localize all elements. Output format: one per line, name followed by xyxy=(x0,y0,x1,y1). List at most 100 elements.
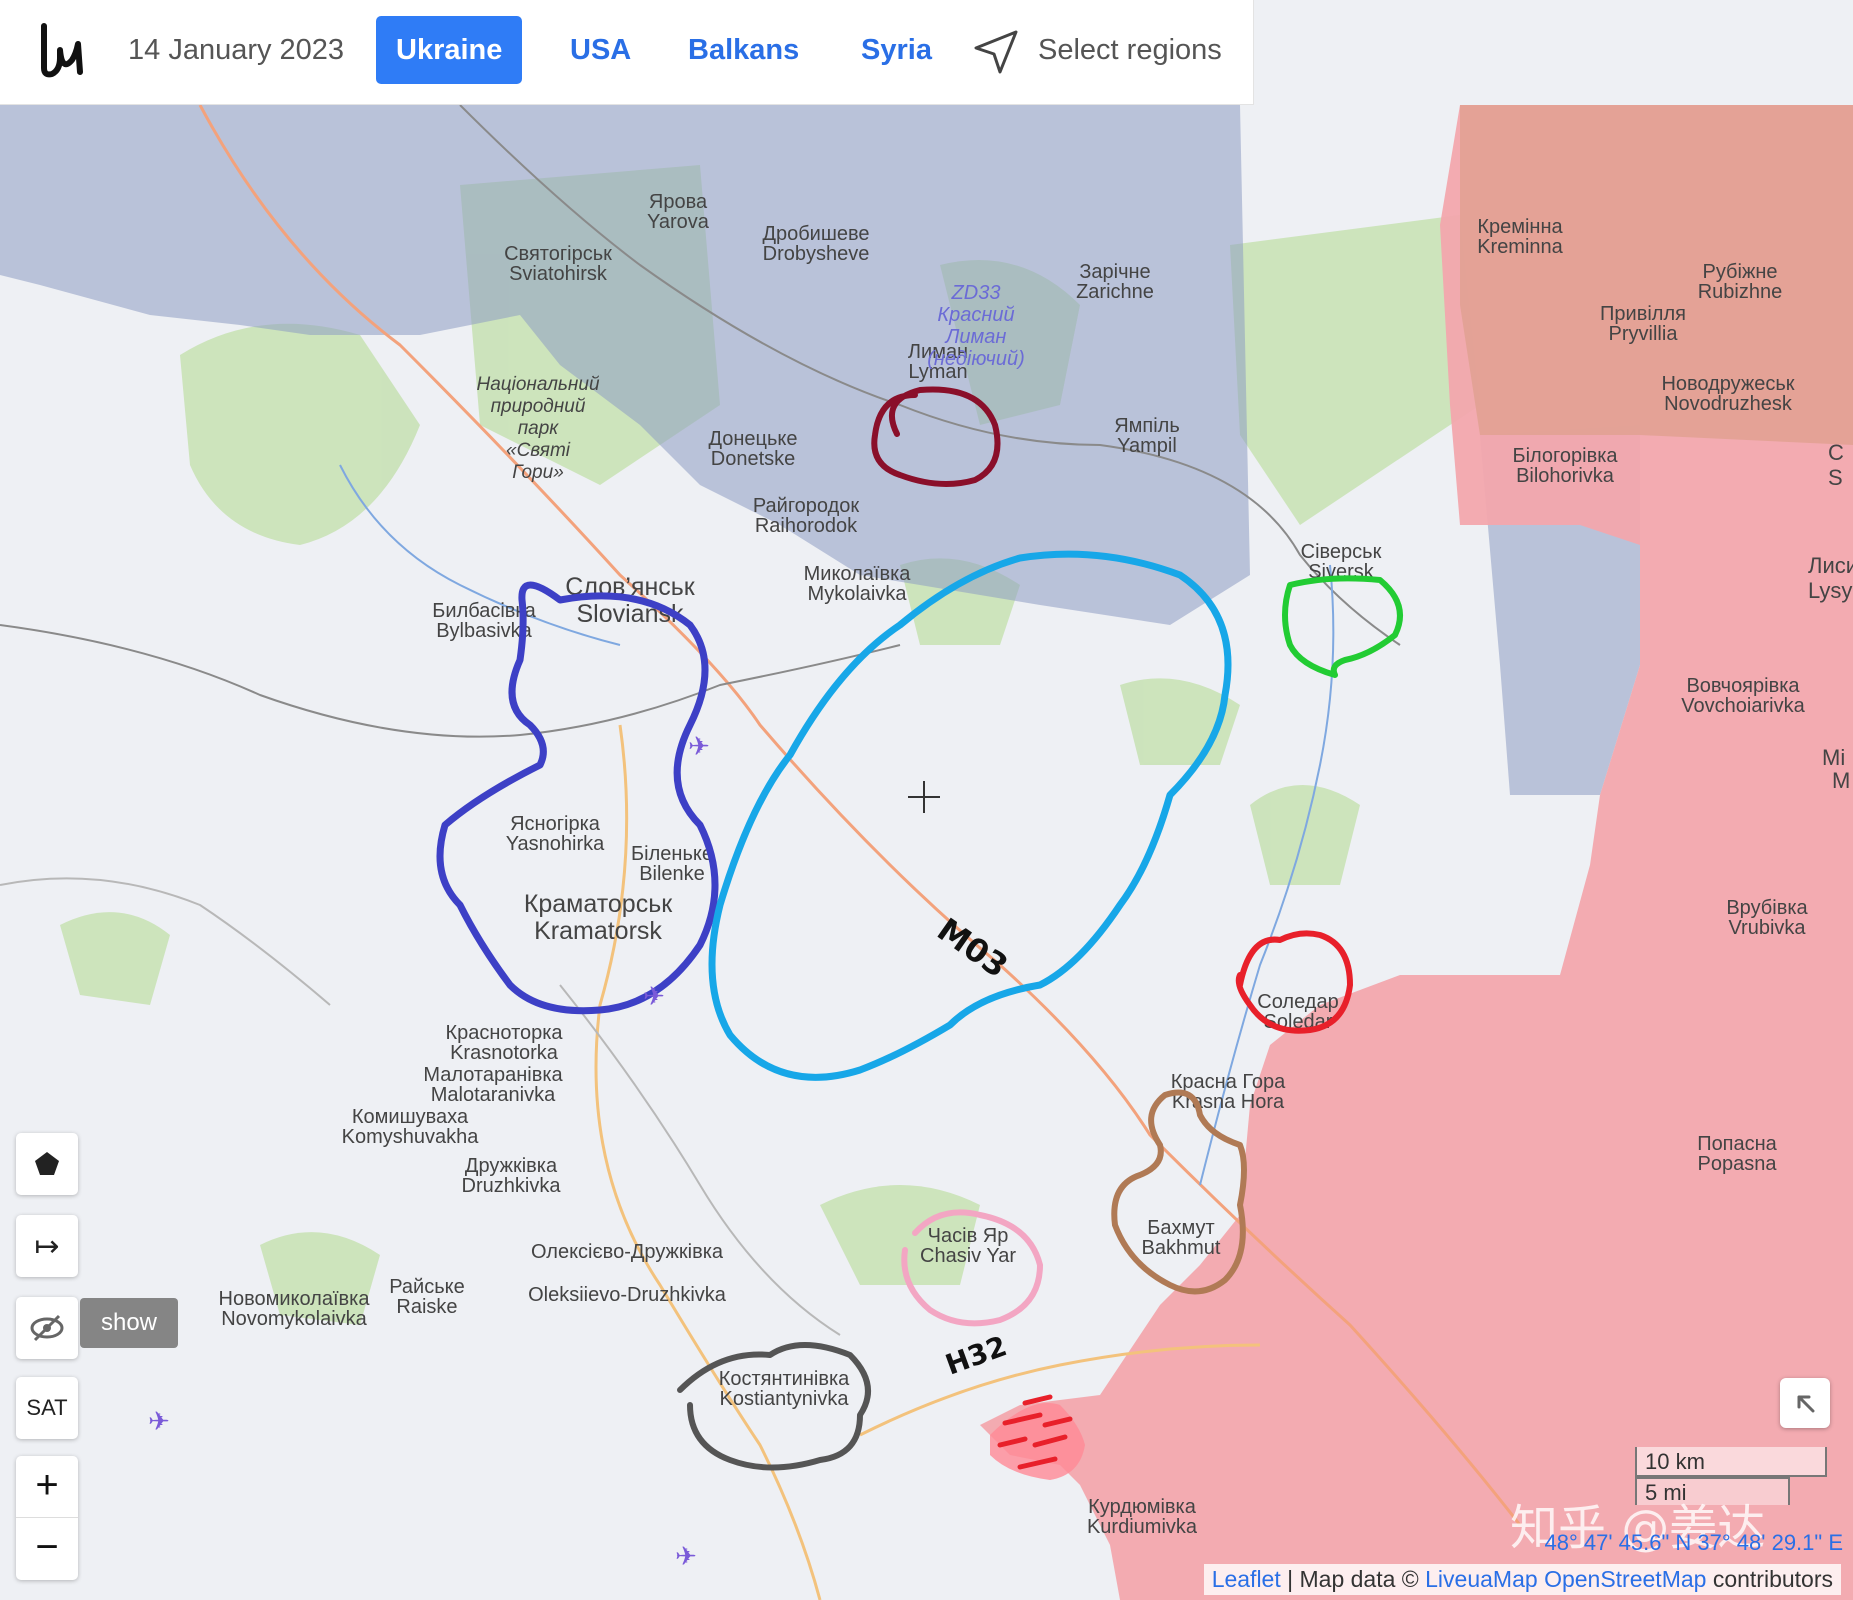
navigation-arrow-icon[interactable] xyxy=(972,28,1020,76)
place-label-uk: Краматорськ xyxy=(524,890,673,918)
scale-km: 10 km xyxy=(1635,1447,1827,1477)
leaflet-link[interactable]: Leaflet xyxy=(1212,1566,1281,1592)
osm-link[interactable]: OpenStreetMap xyxy=(1544,1566,1706,1592)
place-label-uk: Рубіжне xyxy=(1702,261,1777,283)
place-label-en: Bakhmut xyxy=(1142,1237,1221,1259)
top-bar: 14 January 2023 Ukraine USA Balkans Syri… xyxy=(0,0,1254,105)
place-label-en: Chasiv Yar xyxy=(920,1245,1016,1267)
place-label-uk: Дробишеве xyxy=(762,223,869,245)
place-label-en: Yarova xyxy=(647,211,710,233)
place-label-en: Oleksiievo-Druzhkivka xyxy=(528,1284,727,1306)
place-label-uk: Сіверськ xyxy=(1301,541,1382,563)
svg-text:«Святі: «Святі xyxy=(506,440,571,461)
place-label-uk: Ямпіль xyxy=(1114,415,1180,437)
place-label-uk: Костянтинівка xyxy=(719,1368,850,1390)
place-label-uk: Дружківка xyxy=(465,1155,558,1177)
place-label-uk: Кремінна xyxy=(1477,216,1563,238)
svg-text:S: S xyxy=(1828,465,1843,490)
place-label-en: Yasnohirka xyxy=(506,833,605,855)
map-canvas[interactable]: Ярова Yarova Святогірськ Sviatohirsk Дро… xyxy=(0,105,1853,1600)
place-label-en: Kramatorsk xyxy=(534,917,662,945)
svg-text:Lysyc: Lysyc xyxy=(1808,578,1853,603)
place-label-en: Raiske xyxy=(396,1296,457,1318)
place-label-en: Raihorodok xyxy=(755,515,858,537)
place-label-uk: Ярова xyxy=(649,191,708,213)
place-label-en: Druzhkivka xyxy=(462,1175,562,1197)
place-label-en: Krasnotorka xyxy=(450,1042,559,1064)
place-label-uk: Красноторка xyxy=(445,1022,563,1044)
place-label-en: Zarichne xyxy=(1076,281,1154,303)
place-label-uk: Врубівка xyxy=(1726,897,1808,919)
place-label-uk: Бахмут xyxy=(1147,1217,1214,1239)
select-regions-button[interactable]: Select regions xyxy=(1038,34,1222,67)
svg-text:Національний: Національний xyxy=(476,374,599,395)
liveuamap-logo[interactable] xyxy=(38,20,90,80)
place-label-uk: Миколаївка xyxy=(804,563,912,585)
coordinates-readout: 48° 47' 45.6" N 37° 48' 29.1" E xyxy=(1544,1530,1843,1555)
tab-usa[interactable]: USA xyxy=(570,16,631,84)
place-label-en: Vrubivka xyxy=(1728,917,1806,939)
place-label-uk: Комишуваха xyxy=(352,1106,469,1128)
place-label-uk: Райське xyxy=(389,1276,465,1298)
place-label-uk: Святогірськ xyxy=(504,243,612,265)
place-label-uk: Курдюмівка xyxy=(1088,1496,1197,1518)
zoom-in-button[interactable]: + xyxy=(16,1456,78,1518)
polygon-icon xyxy=(35,1152,59,1175)
place-label-en: Yampil xyxy=(1117,435,1177,457)
attribution: Leaflet | Map data © LiveuaMap OpenStree… xyxy=(1203,1564,1841,1595)
place-label-uk: Зарічне xyxy=(1079,261,1150,283)
place-label-uk: Вовчоярівка xyxy=(1686,675,1800,697)
zoom-out-button[interactable]: − xyxy=(16,1518,78,1579)
svg-text:природний: природний xyxy=(491,396,586,417)
place-label-uk: Новодружеськ xyxy=(1661,373,1794,395)
tab-balkans[interactable]: Balkans xyxy=(688,16,799,84)
draw-polygon-button[interactable] xyxy=(16,1133,78,1195)
place-label-uk: Білогорівка xyxy=(1512,445,1618,467)
place-label-uk: Привілля xyxy=(1600,303,1686,325)
expand-button[interactable] xyxy=(1780,1378,1830,1428)
svg-text:Лиман: Лиман xyxy=(944,326,1007,348)
satellite-toggle-button[interactable]: SAT xyxy=(16,1377,78,1439)
place-label-en: Bilenke xyxy=(639,863,705,885)
place-label-en: Rubizhne xyxy=(1698,281,1783,303)
place-label-en: Drobysheve xyxy=(763,243,870,265)
place-label-uk: Попасна xyxy=(1697,1133,1777,1155)
place-label-uk: Соледар xyxy=(1257,991,1338,1013)
place-label-en: Kostiantynivka xyxy=(720,1388,850,1410)
place-label-en: Sviatohirsk xyxy=(509,263,608,285)
place-label-en: Bylbasivka xyxy=(436,620,532,642)
liveuamap-link[interactable]: LiveuaMap xyxy=(1425,1566,1538,1592)
svg-text:ZD33: ZD33 xyxy=(951,282,1001,304)
attribution-contributors: contributors xyxy=(1706,1566,1833,1592)
tab-ukraine[interactable]: Ukraine xyxy=(376,16,523,84)
arrow-up-left-icon xyxy=(1797,1395,1815,1413)
place-label-uk: Донецьке xyxy=(708,428,797,450)
svg-text:✈: ✈ xyxy=(148,1407,170,1437)
svg-text:парк: парк xyxy=(518,418,560,439)
place-label-en: Donetske xyxy=(711,448,796,470)
place-label-uk: Новомиколаївка xyxy=(219,1288,371,1310)
show-button[interactable]: show xyxy=(80,1298,178,1348)
svg-text:(недiючий): (недiючий) xyxy=(927,348,1024,370)
tab-syria[interactable]: Syria xyxy=(861,16,932,84)
svg-text:M: M xyxy=(1832,768,1850,793)
svg-text:Красний: Красний xyxy=(937,304,1014,326)
svg-text:Гори»: Гори» xyxy=(512,462,564,483)
attribution-sep: | Map data © xyxy=(1280,1566,1426,1592)
place-label-uk: Біленьке xyxy=(631,843,713,865)
svg-text:Лисич: Лисич xyxy=(1808,553,1853,578)
place-label-en: Kreminna xyxy=(1477,236,1563,258)
zoom-control: + − xyxy=(16,1456,78,1580)
date-label: 14 January 2023 xyxy=(128,34,345,66)
place-label-uk: Райгородок xyxy=(753,495,860,517)
place-label-en: Komyshuvakha xyxy=(342,1126,480,1148)
place-label-uk: Олексієво-Дружківка xyxy=(531,1241,724,1263)
eye-off-icon xyxy=(30,1314,64,1342)
svg-text:✈: ✈ xyxy=(675,1542,697,1572)
hide-layer-button[interactable] xyxy=(16,1297,78,1359)
place-label-en: Bilohorivka xyxy=(1516,465,1615,487)
measure-button[interactable]: ↦ xyxy=(16,1215,78,1277)
place-label-en: Vovchoiarivka xyxy=(1681,695,1805,717)
place-label-uk: Красна Гора xyxy=(1171,1071,1286,1093)
place-label-en: Novomykolaivka xyxy=(221,1308,367,1330)
